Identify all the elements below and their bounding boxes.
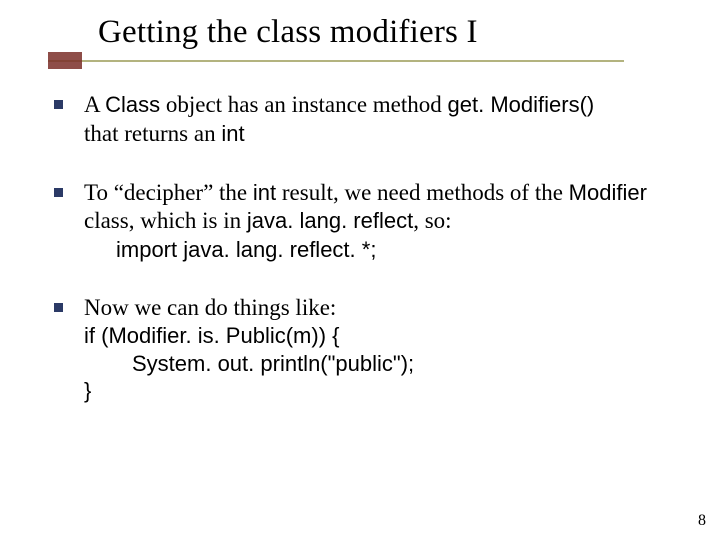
code-line: import java. lang. reflect. *;: [84, 236, 672, 264]
bullet-item-3: Now we can do things like: if (Modifier.…: [48, 294, 672, 405]
code-span: get. Modifiers(): [448, 92, 595, 117]
slide-body: A Class object has an instance method ge…: [48, 91, 672, 405]
page-number: 8: [698, 512, 706, 530]
text: class, which is in: [84, 208, 247, 233]
code-line: if (Modifier. is. Public(m)) {: [84, 322, 672, 350]
title-area: Getting the class modifiers I: [48, 14, 672, 51]
code-span: Class: [105, 92, 160, 117]
text: result, we need methods of the: [276, 180, 569, 205]
code-span: int: [253, 180, 276, 205]
slide: Getting the class modifiers I A Class ob…: [0, 0, 720, 540]
code-span: Modifier: [569, 180, 647, 205]
bullet-item-2: To “decipher” the int result, we need me…: [48, 179, 672, 264]
text: To “decipher” the: [84, 180, 253, 205]
code-line: }: [84, 377, 672, 405]
text: object has an instance method: [160, 92, 447, 117]
square-bullet-icon: [54, 303, 63, 312]
square-bullet-icon: [54, 100, 63, 109]
text: Now we can do things like:: [84, 295, 336, 320]
text: , so:: [413, 208, 451, 233]
bullet-item-1: A Class object has an instance method ge…: [48, 91, 672, 149]
code-block: if (Modifier. is. Public(m)) { System. o…: [84, 322, 672, 405]
text: A: [84, 92, 105, 117]
code-span: java. lang. reflect: [247, 208, 413, 233]
text: that returns an: [84, 121, 221, 146]
square-bullet-icon: [54, 188, 63, 197]
code-span: int: [221, 121, 244, 146]
title-underline: [48, 60, 624, 62]
title-accent-box: [48, 52, 82, 69]
code-line: System. out. println("public");: [84, 350, 672, 378]
slide-title: Getting the class modifiers I: [98, 14, 672, 51]
